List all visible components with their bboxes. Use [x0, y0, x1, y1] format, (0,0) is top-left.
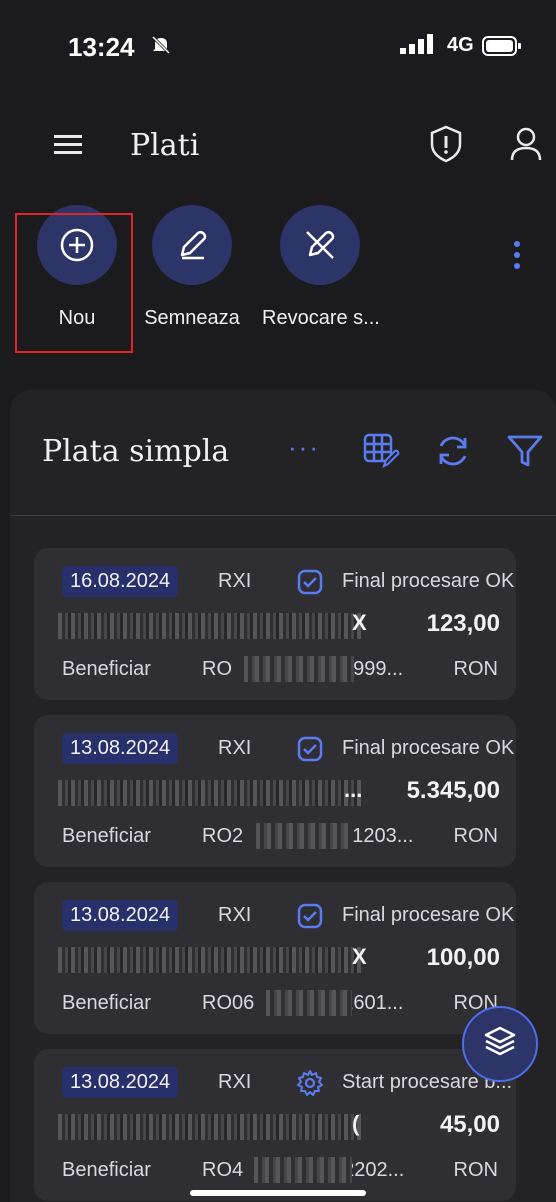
user-icon[interactable]: [508, 124, 544, 169]
payment-code: RXI: [218, 1071, 252, 1093]
payment-card[interactable]: 13.08.2024 RXI Start procesare b... ( 45…: [34, 1049, 516, 1201]
network-type: 4G: [447, 34, 474, 56]
beneficiary-name-tail: X: [352, 944, 367, 969]
payment-code: RXI: [218, 904, 252, 926]
status-time: 13:24: [68, 32, 135, 62]
payment-currency: RON: [453, 1159, 498, 1181]
home-indicator: [190, 1190, 366, 1196]
menu-icon[interactable]: [54, 132, 84, 161]
iban-prefix: RO2: [202, 825, 244, 847]
page-title: Plati: [130, 128, 200, 163]
payment-date: 13.08.2024: [62, 733, 179, 764]
more-options-button[interactable]: ···: [288, 432, 320, 463]
iban-redacted: [254, 1157, 352, 1183]
payment-date: 16.08.2024: [62, 566, 179, 597]
beneficiary-name-redacted: [58, 613, 364, 639]
beneficiary-name-tail: (: [352, 1111, 360, 1136]
beneficiary-name-tail: ...: [344, 777, 363, 802]
table-settings-icon[interactable]: [362, 432, 400, 475]
signal-icon: [400, 34, 440, 59]
iban-redacted: [244, 656, 354, 682]
payment-amount: 100,00: [426, 944, 500, 971]
pen-off-icon: [280, 205, 360, 285]
payment-amount: 5.345,00: [406, 777, 500, 804]
revoke-label: Revocare s...: [262, 307, 380, 329]
beneficiary-label: Beneficiar: [62, 658, 151, 680]
payment-status: Final procesare OK: [342, 904, 515, 926]
beneficiary-label: Beneficiar: [62, 992, 151, 1014]
beneficiary-label: Beneficiar: [62, 1159, 151, 1181]
iban-redacted: [266, 990, 352, 1016]
beneficiary-label: Beneficiar: [62, 825, 151, 847]
gear-icon: [296, 1069, 324, 1102]
layers-fab-button[interactable]: [462, 1006, 538, 1082]
sheet-title: Plata simpla: [42, 434, 230, 469]
payment-date: 13.08.2024: [62, 1067, 179, 1098]
pen-icon: [152, 205, 232, 285]
bell-muted-icon: [150, 34, 172, 61]
sheet-divider: [10, 515, 556, 516]
payment-code: RXI: [218, 570, 252, 592]
more-vertical-icon[interactable]: [510, 240, 524, 275]
payment-date: 13.08.2024: [62, 900, 179, 931]
payment-amount: 45,00: [439, 1111, 500, 1138]
iban-prefix: RO4: [202, 1159, 244, 1181]
beneficiary-name-tail: X: [352, 610, 367, 635]
highlight-box: [15, 213, 133, 353]
refresh-icon[interactable]: [434, 432, 472, 475]
payment-card[interactable]: 13.08.2024 RXI Final procesare OK ... 5.…: [34, 715, 516, 867]
filter-icon[interactable]: [506, 432, 544, 475]
iban-prefix: RO: [202, 658, 232, 680]
iban-tail: 2202...: [343, 1159, 405, 1181]
payment-code: RXI: [218, 737, 252, 759]
payments-sheet: Plata simpla ··· 16.08.2024 RXI Final pr…: [10, 390, 556, 1202]
sign-button[interactable]: Semneaza: [140, 205, 244, 330]
beneficiary-name-redacted: [58, 1114, 364, 1140]
shield-icon[interactable]: [428, 124, 464, 169]
layers-icon: [482, 1024, 518, 1065]
payment-status: Final procesare OK: [342, 737, 515, 759]
payment-status: Final procesare OK: [342, 570, 515, 592]
beneficiary-name-redacted: [58, 947, 364, 973]
payment-card[interactable]: 13.08.2024 RXI Final procesare OK X 100,…: [34, 882, 516, 1034]
payment-amount: 123,00: [426, 610, 500, 637]
payment-card[interactable]: 16.08.2024 RXI Final procesare OK X 123,…: [34, 548, 516, 700]
app-header: Plati: [0, 100, 556, 200]
revoke-button[interactable]: Revocare s...: [262, 205, 380, 330]
sign-label: Semneaza: [144, 307, 240, 329]
payment-currency: RON: [453, 825, 498, 847]
status-bar: 13:24 4G: [0, 0, 556, 90]
beneficiary-name-redacted: [58, 780, 364, 806]
iban-redacted: [256, 823, 352, 849]
check-badge-icon: [296, 568, 324, 601]
check-badge-icon: [296, 902, 324, 935]
iban-prefix: RO06: [202, 992, 255, 1014]
check-badge-icon: [296, 735, 324, 768]
payment-currency: RON: [453, 658, 498, 680]
battery-icon: [482, 36, 522, 61]
